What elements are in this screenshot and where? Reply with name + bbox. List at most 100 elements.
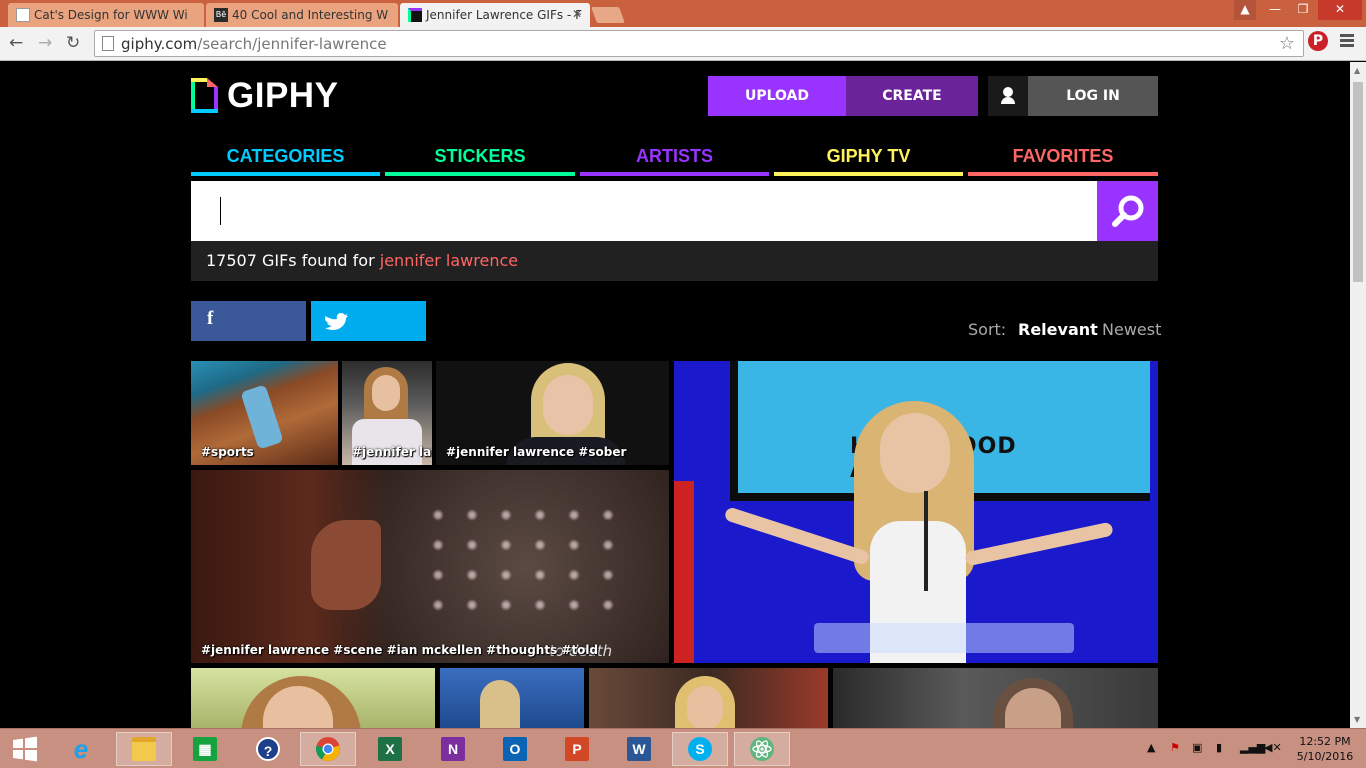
user-icon[interactable]: ▲ [1234, 0, 1256, 20]
page-icon [102, 36, 114, 51]
giphy-favicon-icon [408, 8, 422, 22]
create-button[interactable]: CREATE [846, 76, 978, 116]
gif-tags: #sports [201, 445, 254, 459]
onenote-icon[interactable]: N [432, 732, 474, 766]
maximize-icon[interactable]: ❐ [1290, 0, 1316, 20]
nav-categories[interactable]: CATEGORIES [191, 144, 380, 176]
twitter-share-button[interactable] [311, 301, 426, 341]
nav-stickers[interactable]: STICKERS [385, 144, 575, 176]
gif-tile[interactable]: #sports [191, 361, 338, 465]
gif-arm-left [723, 506, 871, 566]
gif-bokeh [421, 500, 621, 620]
nav-favorites[interactable]: FAVORITES [968, 144, 1158, 176]
gif-tags: #jennifer lawrence #scene #ian mckellen … [201, 643, 599, 657]
gif-curtain [674, 481, 694, 663]
login-button[interactable]: LOG IN [1028, 76, 1158, 116]
gif-microphone [924, 491, 928, 591]
gif-tags: #jennifer law [352, 445, 432, 459]
clock-date: 5/10/2016 [1296, 750, 1354, 763]
gif-tile[interactable]: #jennifer law [342, 361, 432, 465]
search-icon [1112, 195, 1144, 227]
network-icon[interactable]: ▂▄▆ [1240, 741, 1265, 754]
chrome-menu-icon[interactable] [1340, 34, 1354, 49]
tab-title: Cat's Design for WWW Wi [34, 8, 188, 22]
reload-icon[interactable]: ↻ [66, 33, 80, 53]
gif-tile[interactable] [191, 668, 435, 728]
help-icon[interactable]: ? [247, 732, 289, 766]
gif-podium [814, 623, 1074, 653]
page-icon [16, 8, 30, 22]
gif-tile[interactable]: to death #jennifer lawrence #scene #ian … [191, 470, 669, 663]
gif-face [311, 520, 381, 610]
url-path: /search/jennifer-lawrence [197, 35, 387, 53]
start-button[interactable] [4, 732, 46, 766]
gif-face [543, 375, 593, 435]
powerpoint-icon[interactable]: P [556, 732, 598, 766]
battery-icon[interactable]: ▮ [1216, 741, 1222, 754]
nav-artists[interactable]: ARTISTS [580, 144, 769, 176]
pinterest-icon[interactable]: P [1308, 31, 1328, 51]
minimize-icon[interactable]: — [1262, 0, 1288, 20]
atom-icon[interactable] [734, 732, 790, 766]
search-button[interactable] [1097, 181, 1158, 241]
show-hidden-icons-icon[interactable]: ▲ [1147, 741, 1155, 754]
gif-tile[interactable] [833, 668, 1158, 728]
text-caret [220, 197, 221, 225]
action-center-icon[interactable]: ⚑ [1170, 741, 1180, 754]
search-box [191, 181, 1097, 241]
clock-time: 12:52 PM [1299, 735, 1351, 748]
skype-icon[interactable]: S [672, 732, 728, 766]
store-icon[interactable]: ▦ [184, 732, 226, 766]
facebook-share-button[interactable]: f [191, 301, 306, 341]
browser-tab[interactable]: Bē 40 Cool and Interesting W [206, 3, 398, 27]
new-tab-button[interactable] [591, 7, 625, 23]
sort-label: Sort: [968, 320, 1007, 339]
word-icon[interactable]: W [618, 732, 660, 766]
file-explorer-icon[interactable] [116, 732, 172, 766]
browser-tab-active[interactable]: Jennifer Lawrence GIFs - F ✕ [400, 3, 590, 27]
sort-newest-option[interactable]: Newest [1102, 320, 1161, 339]
chrome-icon[interactable] [300, 732, 356, 766]
display-icon[interactable]: ▣ [1192, 741, 1202, 754]
results-query: jennifer lawrence [379, 251, 519, 270]
close-tab-icon[interactable]: ✕ [572, 7, 582, 21]
gif-arm-right [964, 521, 1114, 567]
sort-relevant-option[interactable]: Relevant [1018, 320, 1098, 339]
user-icon[interactable] [988, 76, 1028, 116]
results-count: 17507 GIFs found for [206, 251, 375, 270]
gif-face [880, 413, 950, 493]
gif-face [372, 375, 400, 411]
scroll-up-icon[interactable]: ▲ [1354, 66, 1360, 75]
scroll-down-icon[interactable]: ▼ [1354, 715, 1360, 724]
internet-explorer-icon[interactable]: e [60, 732, 102, 766]
bookmark-star-icon[interactable]: ☆ [1279, 33, 1295, 54]
url-host: giphy.com [121, 35, 198, 53]
scrollbar-thumb[interactable] [1353, 82, 1363, 282]
gif-tile[interactable] [589, 668, 828, 728]
outlook-icon[interactable]: O [494, 732, 536, 766]
browser-toolbar: ← → ↻ giphy.com/search/jennifer-lawrence… [0, 27, 1366, 61]
gif-face [687, 686, 723, 728]
nav-giphy-tv[interactable]: GIPHY TV [774, 144, 963, 176]
atom-logo-icon [750, 737, 774, 761]
volume-muted-icon[interactable]: ◀✕ [1264, 741, 1282, 754]
browser-tab-strip: Cat's Design for WWW Wi Bē 40 Cool and I… [0, 0, 1366, 27]
address-bar[interactable]: giphy.com/search/jennifer-lawrence ☆ [94, 30, 1304, 57]
gif-tile[interactable] [440, 668, 584, 728]
gif-tile[interactable]: #jennifer lawrence #sober [436, 361, 669, 465]
giphy-logo-icon [191, 78, 218, 113]
browser-tab[interactable]: Cat's Design for WWW Wi [8, 3, 204, 27]
page-viewport: GIPHY UPLOAD CREATE LOG IN CATEGORIES ST… [0, 62, 1350, 728]
excel-icon[interactable]: X [369, 732, 411, 766]
forward-icon[interactable]: → [38, 33, 52, 53]
scrollbar[interactable]: ▲ ▼ [1350, 62, 1366, 728]
gif-tile[interactable]: HOLLYWOOD AWARDS [674, 361, 1158, 663]
back-icon[interactable]: ← [9, 33, 23, 53]
upload-button[interactable]: UPLOAD [708, 76, 846, 116]
search-input[interactable] [191, 181, 1097, 241]
close-window-icon[interactable]: ✕ [1318, 0, 1362, 20]
system-clock[interactable]: 12:52 PM 5/10/2016 [1292, 734, 1358, 764]
logo-text: GIPHY [227, 76, 339, 115]
tab-title: Jennifer Lawrence GIFs - F [426, 8, 582, 22]
gif-figure [480, 680, 520, 728]
